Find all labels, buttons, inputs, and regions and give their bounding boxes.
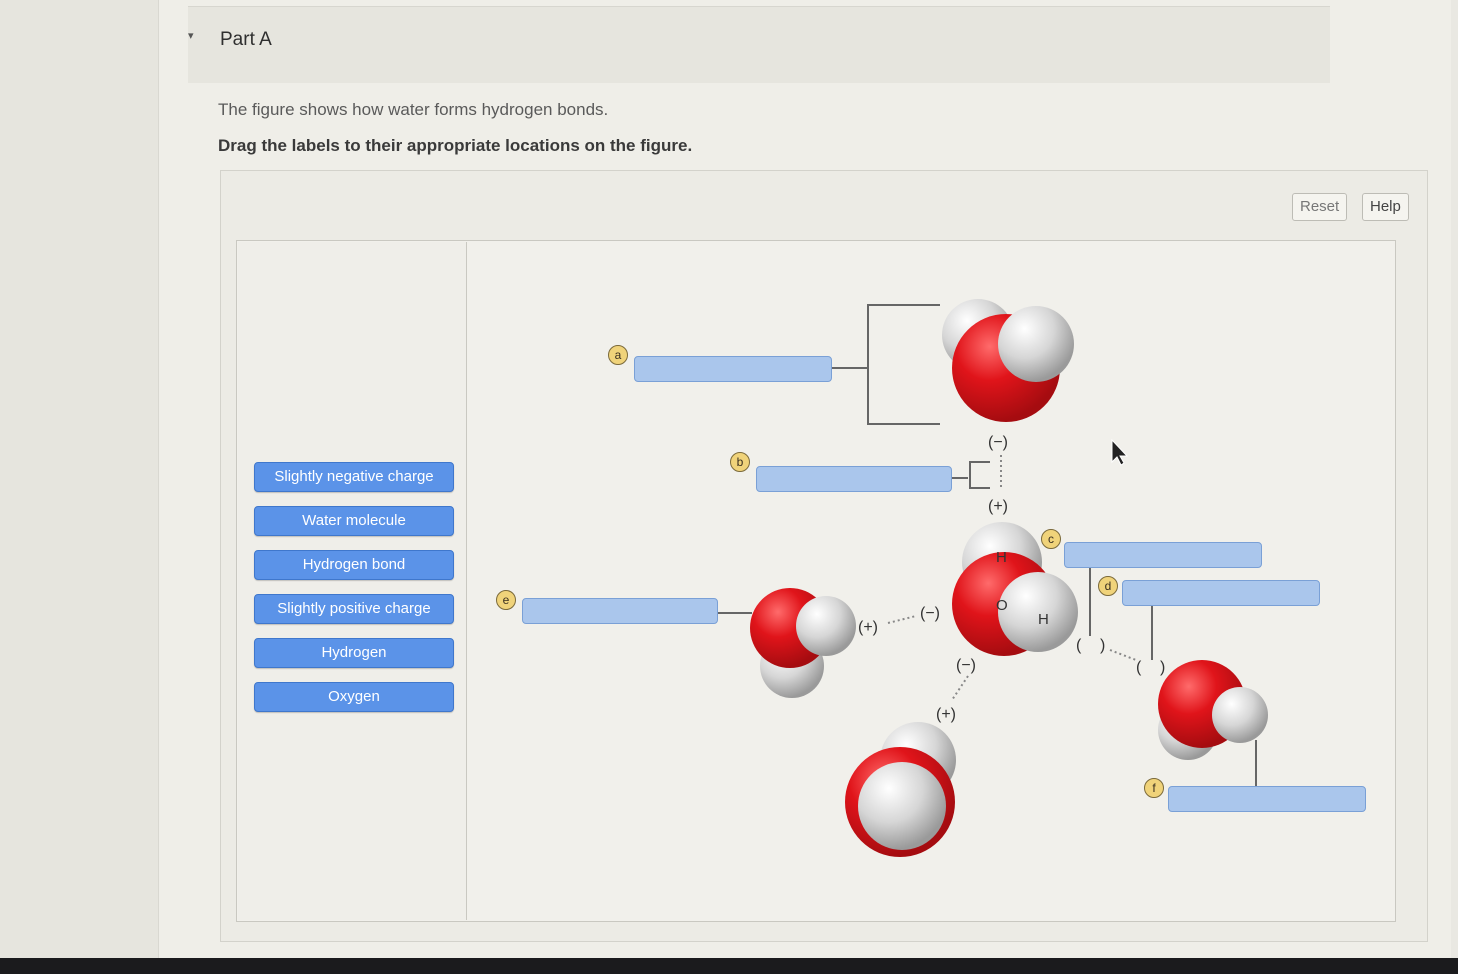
charge-neg-bottom: (−) xyxy=(956,657,976,674)
marker-e: e xyxy=(496,590,516,610)
water-molecule-left xyxy=(750,588,856,698)
water-molecule-bottom xyxy=(845,722,956,857)
drop-target-c[interactable] xyxy=(1064,542,1262,568)
mouse-cursor-icon xyxy=(1111,438,1129,466)
drop-target-a[interactable] xyxy=(634,356,832,382)
charge-pos-top: (+) xyxy=(988,498,1008,515)
charge-neg-top: (−) xyxy=(988,434,1008,451)
marker-b: b xyxy=(730,452,750,472)
atom-label-h-right: H xyxy=(1038,611,1049,628)
drop-target-b[interactable] xyxy=(756,466,952,492)
charge-blank-open-1: ( xyxy=(1076,637,1082,654)
taskbar xyxy=(0,958,1458,974)
charge-blank-close-1: ) xyxy=(1100,637,1105,654)
charge-blank-open-2: ( xyxy=(1136,659,1142,676)
drop-target-d[interactable] xyxy=(1122,580,1320,606)
marker-a: a xyxy=(608,345,628,365)
charge-pos-left: (+) xyxy=(858,619,878,636)
charge-blank-close-2: ) xyxy=(1160,659,1165,676)
marker-f: f xyxy=(1144,778,1164,798)
drop-target-e[interactable] xyxy=(522,598,718,624)
charge-pos-bottom: (+) xyxy=(936,706,956,723)
atom-label-h-top: H xyxy=(996,549,1007,566)
water-molecule-top xyxy=(942,299,1074,422)
water-hydrogen-bond-figure: H O H (−) (+) (+) (−) (−) (+) ( ) ( ) xyxy=(716,299,1268,857)
marker-c: c xyxy=(1041,529,1061,549)
charge-neg-left: (−) xyxy=(920,605,940,622)
marker-d: d xyxy=(1098,576,1118,596)
atom-label-o: O xyxy=(996,597,1008,614)
water-molecule-right xyxy=(1158,660,1268,760)
drop-target-f[interactable] xyxy=(1168,786,1366,812)
